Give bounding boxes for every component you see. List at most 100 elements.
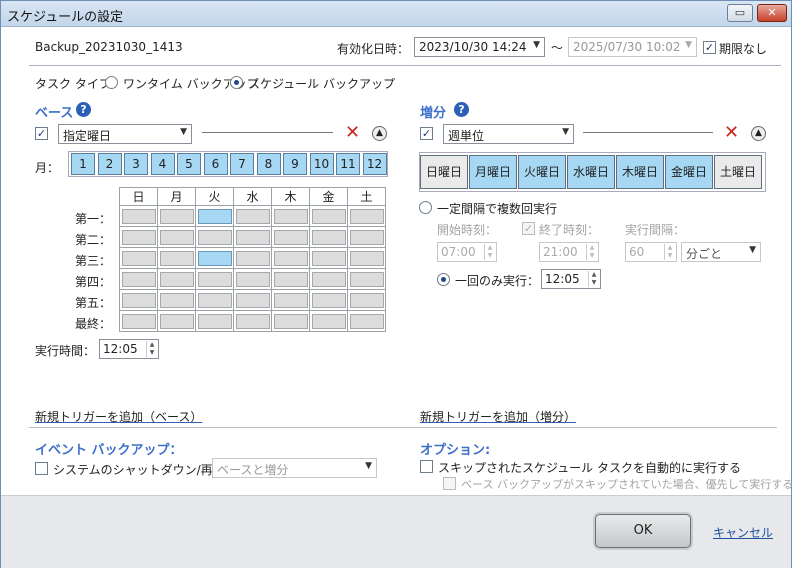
grid-cell[interactable] — [347, 268, 386, 290]
grid-cell[interactable] — [119, 289, 158, 311]
grid-cell[interactable] — [271, 310, 310, 332]
base-help-icon[interactable]: ? — [76, 102, 91, 117]
grid-cell[interactable] — [347, 226, 386, 248]
month-button-11[interactable]: 11 — [336, 153, 360, 175]
add-base-trigger-link[interactable]: 新規トリガーを追加（ベース） — [35, 408, 202, 425]
start-datetime-picker[interactable]: 2023/10/30 14:24 ▼ — [414, 37, 545, 57]
close-button[interactable]: ✕ — [757, 4, 787, 22]
grid-cell[interactable] — [157, 205, 196, 227]
one-time-radio[interactable] — [105, 76, 118, 89]
month-button-7[interactable]: 7 — [230, 153, 254, 175]
grid-cell[interactable] — [119, 226, 158, 248]
incremental-mode-select[interactable]: 週単位 ▼ — [443, 124, 574, 144]
day-button[interactable]: 水曜日 — [567, 155, 615, 189]
delete-trigger-icon[interactable]: ✕ — [345, 124, 360, 142]
prefer-base-checkbox[interactable] — [443, 477, 456, 490]
day-button[interactable]: 月曜日 — [469, 155, 517, 189]
month-button-3[interactable]: 3 — [124, 153, 148, 175]
grid-cell[interactable] — [195, 205, 234, 227]
grid-cell[interactable] — [157, 289, 196, 311]
grid-cell[interactable] — [195, 268, 234, 290]
month-button-10[interactable]: 10 — [309, 153, 334, 175]
grid-cell[interactable] — [233, 268, 272, 290]
day-button[interactable]: 火曜日 — [518, 155, 566, 189]
grid-cell[interactable] — [157, 226, 196, 248]
start-time-input[interactable]: 07:00 ▲ ▼ — [437, 242, 497, 262]
grid-cell[interactable] — [271, 268, 310, 290]
grid-cell[interactable] — [347, 247, 386, 269]
skip-run-checkbox[interactable] — [420, 460, 433, 473]
grid-cell[interactable] — [157, 247, 196, 269]
grid-cell[interactable] — [309, 268, 348, 290]
grid-cell[interactable] — [347, 205, 386, 227]
month-button-2[interactable]: 2 — [97, 153, 122, 175]
grid-cell[interactable] — [119, 268, 158, 290]
grid-cell[interactable] — [195, 310, 234, 332]
interval-unit-select[interactable]: 分ごと ▼ — [681, 242, 761, 262]
grid-cell[interactable] — [309, 310, 348, 332]
month-button-4[interactable]: 4 — [150, 153, 175, 175]
grid-cell[interactable] — [347, 289, 386, 311]
grid-cell[interactable] — [271, 226, 310, 248]
collapse-icon[interactable]: ▲ — [372, 126, 387, 141]
grid-cell[interactable] — [309, 247, 348, 269]
shutdown-checkbox[interactable] — [35, 462, 48, 475]
grid-cell[interactable] — [347, 310, 386, 332]
end-time-input[interactable]: 21:00 ▲ ▼ — [539, 242, 599, 262]
grid-cell[interactable] — [119, 247, 158, 269]
grid-cell[interactable] — [271, 205, 310, 227]
add-incremental-trigger-link[interactable]: 新規トリガーを追加（増分） — [420, 408, 576, 425]
ok-button[interactable]: OK — [595, 514, 691, 548]
base-mode-select[interactable]: 指定曜日 ▼ — [58, 124, 192, 144]
exec-time-input[interactable]: 12:05 ▲ ▼ — [99, 339, 159, 359]
month-button-12[interactable]: 12 — [362, 153, 387, 175]
grid-cell[interactable] — [157, 268, 196, 290]
repeat-interval-radio[interactable] — [419, 201, 432, 214]
month-button-9[interactable]: 9 — [283, 153, 307, 175]
grid-cell[interactable] — [233, 247, 272, 269]
spin-arrows-icon[interactable]: ▲ ▼ — [664, 244, 675, 260]
grid-cell[interactable] — [157, 310, 196, 332]
grid-cell[interactable] — [233, 205, 272, 227]
grid-cell[interactable] — [119, 205, 158, 227]
grid-cell[interactable] — [233, 226, 272, 248]
delete-trigger-icon[interactable]: ✕ — [724, 124, 739, 142]
base-enable-checkbox[interactable]: ✓ — [35, 127, 48, 140]
grid-cell[interactable] — [233, 289, 272, 311]
day-button[interactable]: 日曜日 — [420, 155, 468, 189]
month-button-1[interactable]: 1 — [71, 153, 95, 175]
shutdown-option-select[interactable]: ベースと増分 ▼ — [212, 458, 377, 478]
interval-input[interactable]: 60 ▲ ▼ — [625, 242, 677, 262]
spin-arrows-icon[interactable]: ▲ ▼ — [146, 341, 157, 357]
spin-arrows-icon[interactable]: ▲ ▼ — [586, 244, 597, 260]
restore-button[interactable]: ▭ — [727, 4, 753, 22]
collapse-icon[interactable]: ▲ — [751, 126, 766, 141]
grid-cell[interactable] — [119, 310, 158, 332]
incremental-help-icon[interactable]: ? — [454, 102, 469, 117]
day-button[interactable]: 土曜日 — [714, 155, 762, 189]
month-button-8[interactable]: 8 — [256, 153, 281, 175]
month-button-6[interactable]: 6 — [203, 153, 228, 175]
scheduled-radio[interactable] — [230, 76, 243, 89]
grid-cell[interactable] — [195, 247, 234, 269]
no-limit-checkbox[interactable]: ✓ — [703, 41, 716, 54]
incremental-enable-checkbox[interactable]: ✓ — [420, 127, 433, 140]
grid-cell[interactable] — [309, 226, 348, 248]
end-time-checkbox[interactable]: ✓ — [522, 222, 535, 235]
cancel-link[interactable]: キャンセル — [713, 524, 773, 541]
grid-cell[interactable] — [271, 289, 310, 311]
grid-cell[interactable] — [309, 205, 348, 227]
grid-cell[interactable] — [195, 226, 234, 248]
end-datetime-picker[interactable]: 2025/07/30 10:02 ▼ — [568, 37, 697, 57]
run-once-time-input[interactable]: 12:05 ▲ ▼ — [541, 269, 601, 289]
grid-cell[interactable] — [195, 289, 234, 311]
spin-arrows-icon[interactable]: ▲ ▼ — [484, 244, 495, 260]
month-button-5[interactable]: 5 — [177, 153, 201, 175]
day-button[interactable]: 金曜日 — [665, 155, 713, 189]
grid-cell[interactable] — [309, 289, 348, 311]
spin-arrows-icon[interactable]: ▲ ▼ — [588, 271, 599, 287]
day-button[interactable]: 木曜日 — [616, 155, 664, 189]
grid-cell[interactable] — [233, 310, 272, 332]
grid-cell[interactable] — [271, 247, 310, 269]
run-once-radio[interactable] — [437, 273, 450, 286]
